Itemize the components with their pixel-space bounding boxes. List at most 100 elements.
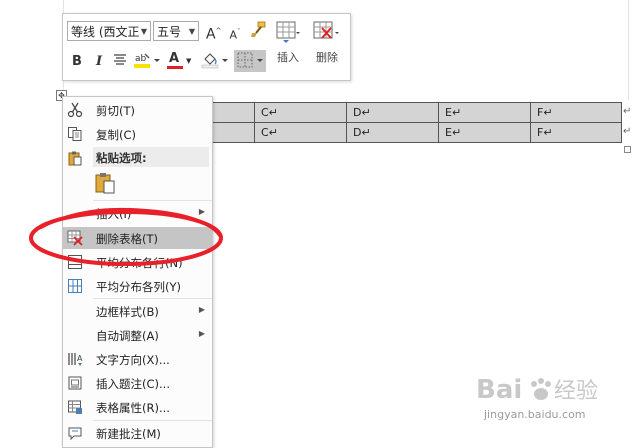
font-name-value: 等线 (西文正	[71, 25, 140, 39]
menu-item-label: 文字方向(X)...	[96, 353, 170, 367]
menu-separator	[93, 420, 212, 421]
chevron-down-icon: ▼	[188, 27, 195, 36]
font-size-dropdown[interactable]: 五号 ▼	[153, 21, 199, 41]
table-resize-handle[interactable]	[624, 146, 631, 153]
menu-item-distribute-rows[interactable]: 平均分布各行(N)	[63, 251, 212, 273]
bold-button[interactable]: B	[70, 52, 84, 72]
grow-font-icon: A	[206, 26, 216, 43]
caption-icon	[68, 376, 82, 390]
shrink-font-icon: A	[229, 28, 238, 42]
baidu-watermark: Bai 经验 jingyan.baidu.com	[474, 370, 634, 430]
text-direction-icon: A	[68, 353, 83, 366]
highlighter-icon: ab	[134, 53, 160, 68]
italic-button[interactable]: I	[92, 52, 106, 72]
menu-item-label: 新建批注(M)	[96, 427, 161, 441]
row-end-mark: ↵	[623, 126, 632, 137]
font-name-dropdown[interactable]: 等线 (西文正 ▼	[67, 21, 151, 41]
shading-button[interactable]	[201, 51, 229, 71]
menu-separator	[93, 200, 212, 201]
menu-item-insert-caption[interactable]: 插入题注(C)...	[63, 372, 212, 394]
table-cell[interactable]: C↵	[254, 122, 347, 143]
chevron-right-icon: ▶	[198, 329, 205, 338]
delete-table-icon	[67, 230, 83, 246]
table-cell[interactable]: F↵	[530, 122, 622, 143]
menu-separator	[93, 298, 212, 299]
borders-icon	[237, 52, 263, 68]
paste-options-label: 粘贴选项:	[96, 151, 147, 165]
menu-item-new-comment[interactable]: 新建批注(M)	[63, 422, 212, 444]
chevron-right-icon: ▶	[198, 207, 205, 216]
menu-item-label: 边框样式(B)	[96, 305, 159, 319]
table-properties-icon	[68, 400, 82, 414]
menu-item-distribute-columns[interactable]: 平均分布各列(Y)	[63, 275, 212, 297]
row-end-mark: ↵	[623, 106, 632, 117]
menu-item-label: 剪切(T)	[96, 104, 135, 118]
menu-item-insert[interactable]: 插入(I) ▶	[63, 202, 212, 224]
font-color-button[interactable]: A ▼	[166, 51, 194, 71]
menu-item-table-properties[interactable]: 表格属性(R)...	[63, 396, 212, 418]
grow-font-button[interactable]: A^	[206, 21, 221, 43]
svg-text:经验: 经验	[554, 379, 598, 404]
align-center-button[interactable]	[112, 52, 128, 72]
menu-item-label: 插入题注(C)...	[96, 377, 170, 391]
menu-item-label: 删除表格(T)	[96, 232, 158, 246]
chevron-down-icon: ▼	[186, 57, 192, 65]
svg-text:ab: ab	[135, 54, 147, 64]
insert-label: 插入	[277, 51, 299, 64]
context-menu: 剪切(T) 复制(C) 粘贴选项: 插入(I) ▶ 删除表格(T) 平均分布各行…	[62, 96, 213, 448]
chevron-down-icon: ▼	[140, 27, 147, 36]
table-cell[interactable]: D↵	[346, 122, 439, 143]
clipboard-icon	[68, 151, 82, 166]
table-row: C↵ D↵ E↵ F↵	[162, 102, 622, 123]
paste-keep-source-button[interactable]	[93, 171, 119, 197]
menu-item-autofit[interactable]: 自动调整(A) ▶	[63, 324, 212, 346]
table-cell[interactable]: C↵	[254, 102, 347, 123]
distribute-rows-icon	[68, 255, 82, 269]
menu-item-copy[interactable]: 复制(C)	[63, 123, 212, 145]
format-painter-button[interactable]	[248, 20, 268, 40]
menu-item-cut[interactable]: 剪切(T)	[63, 99, 212, 121]
menu-item-delete-table[interactable]: 删除表格(T)	[63, 227, 212, 249]
distribute-columns-icon	[68, 279, 82, 293]
scissors-icon	[67, 102, 83, 118]
document-right-margin-line	[628, 0, 629, 100]
new-comment-icon	[68, 427, 82, 441]
paste-options-icon-cell	[63, 147, 93, 169]
shrink-font-button[interactable]: Aˇ	[228, 22, 242, 42]
bold-icon: B	[72, 54, 82, 69]
menu-item-label: 平均分布各行(N)	[96, 256, 183, 270]
format-painter-icon	[251, 21, 266, 37]
chevron-right-icon: ▶	[198, 305, 205, 314]
highlight-color-button[interactable]: ab	[133, 51, 161, 71]
table-cell[interactable]: F↵	[530, 102, 622, 123]
menu-item-text-direction[interactable]: A 文字方向(X)...	[63, 348, 212, 370]
borders-button[interactable]	[234, 50, 266, 72]
insert-table-button[interactable]: 插入	[273, 20, 303, 65]
delete-table-icon	[313, 21, 339, 39]
watermark-url: jingyan.baidu.com	[484, 408, 586, 421]
font-size-value: 五号	[157, 25, 182, 39]
paste-option-icon	[95, 173, 115, 194]
document-table: C↵ D↵ E↵ F↵ C↵ D↵ E↵ F↵	[162, 102, 622, 143]
menu-item-label: 平均分布各列(Y)	[96, 280, 181, 294]
menu-item-label: 自动调整(A)	[96, 329, 159, 343]
menu-item-label: 复制(C)	[96, 128, 137, 142]
insert-rows-icon	[276, 21, 300, 43]
baidu-paw-logo: Bai 经验	[476, 375, 598, 405]
delete-label: 删除	[316, 51, 338, 64]
table-cell[interactable]: D↵	[346, 102, 439, 123]
table-cell[interactable]: E↵	[438, 122, 531, 143]
paste-options-header: 粘贴选项:	[93, 147, 209, 167]
menu-item-border-styles[interactable]: 边框样式(B) ▶	[63, 300, 212, 322]
menu-item-label: 表格属性(R)...	[96, 401, 170, 415]
mini-toolbar: 等线 (西文正 ▼ 五号 ▼ A^ Aˇ B I ab A ▼ 插入 删除	[62, 13, 351, 81]
font-color-swatch	[167, 66, 183, 69]
table-cell[interactable]: E↵	[438, 102, 531, 123]
paint-bucket-icon	[201, 53, 228, 69]
svg-text:A: A	[77, 354, 83, 363]
menu-item-label: 插入(I)	[96, 207, 132, 221]
table-row: C↵ D↵ E↵ F↵	[162, 122, 622, 143]
delete-table-button[interactable]: 删除	[312, 20, 342, 65]
svg-text:Bai: Bai	[476, 375, 522, 405]
align-center-icon	[114, 54, 126, 65]
